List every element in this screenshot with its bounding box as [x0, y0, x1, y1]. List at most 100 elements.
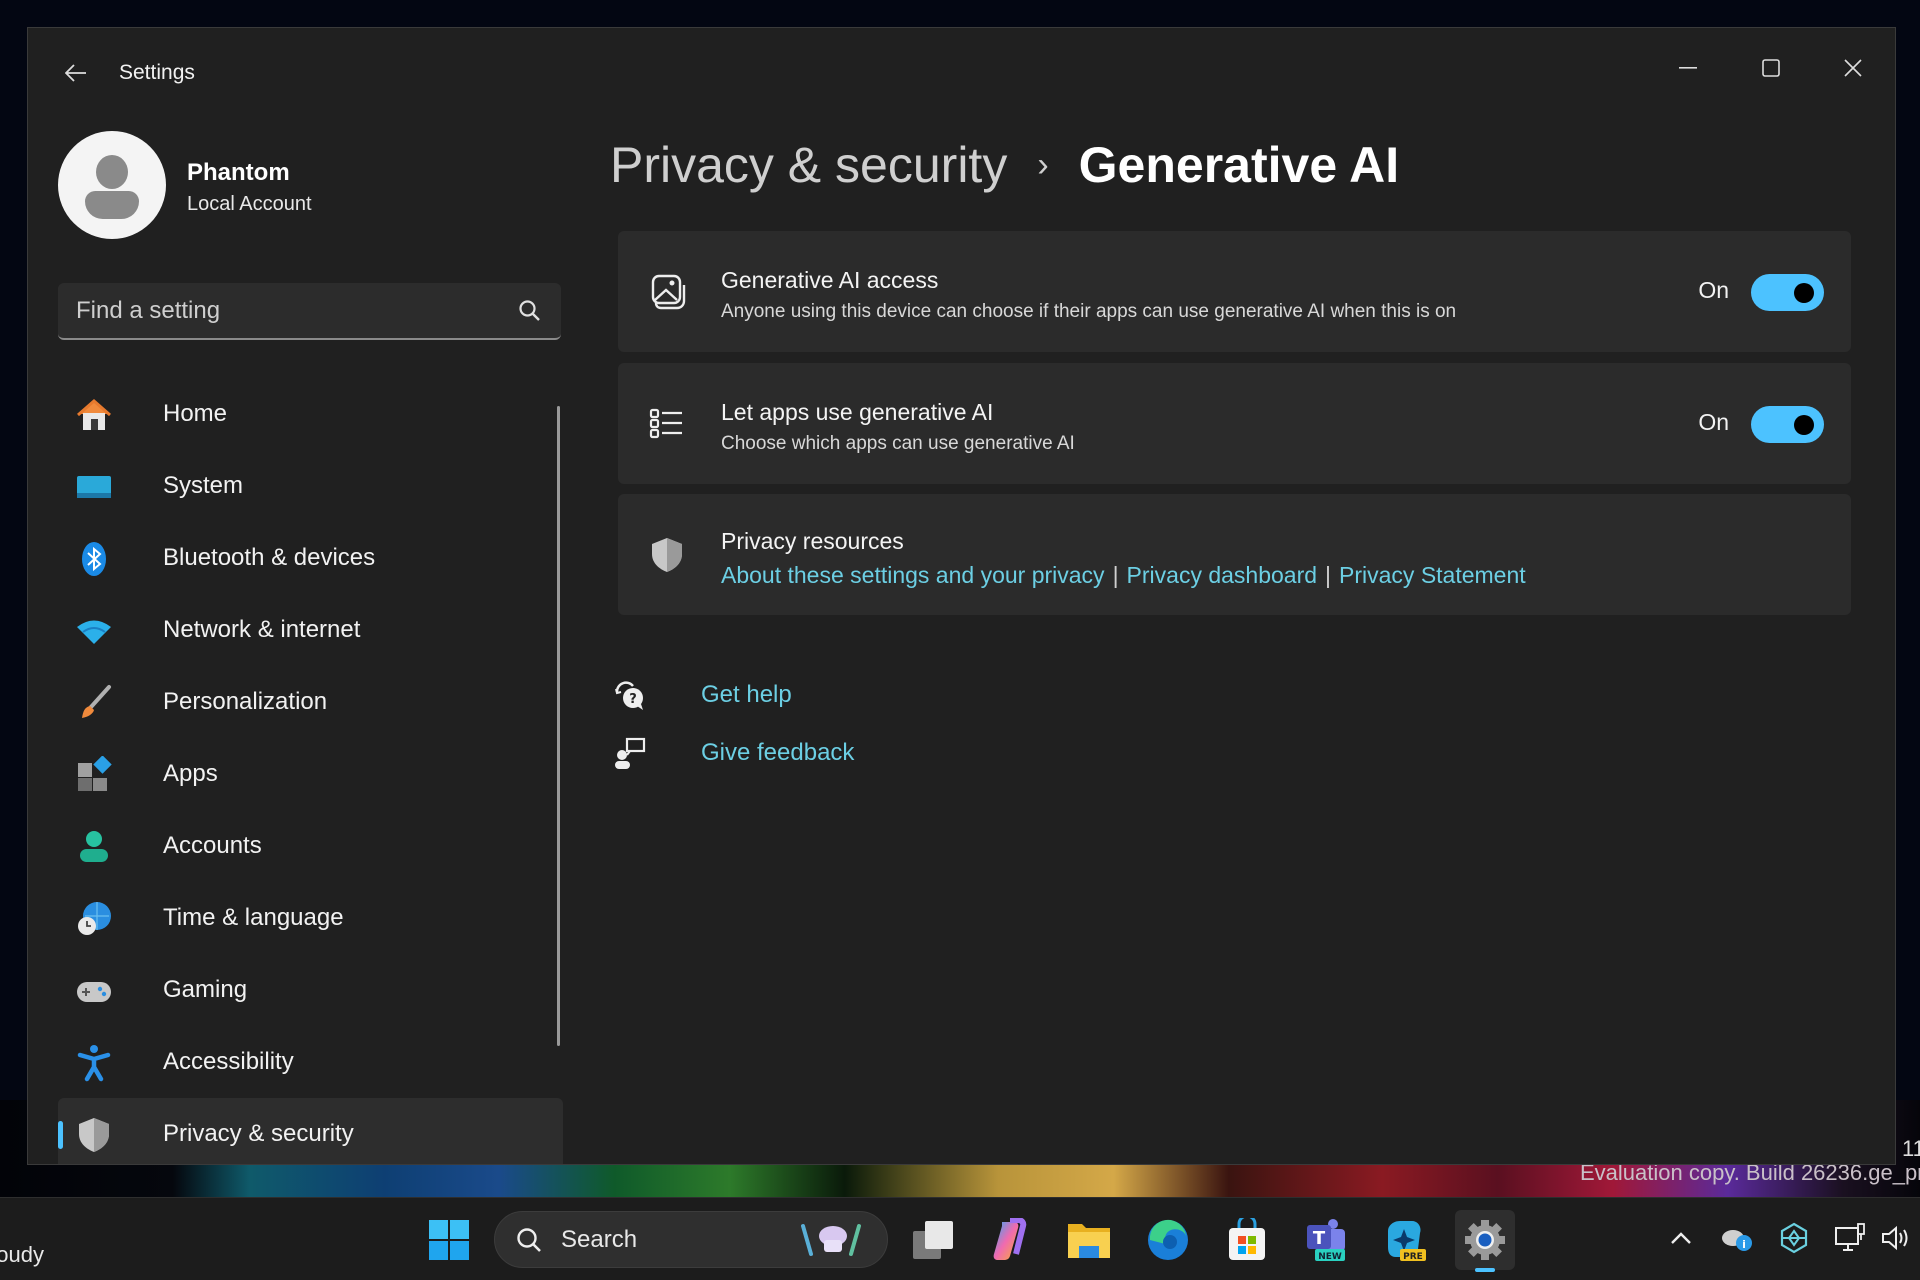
sidebar-item-accounts[interactable]: Accounts [58, 810, 563, 882]
get-help-link[interactable]: ? Get help [613, 678, 792, 712]
settings-taskbar-button[interactable] [1455, 1210, 1515, 1272]
sidebar-item-gaming[interactable]: Gaming [58, 954, 563, 1026]
sidebar-item-personalization[interactable]: Personalization [58, 666, 563, 738]
app-title: Settings [119, 61, 195, 84]
privacy-links: About these settings and your privacy | … [721, 562, 1526, 589]
sidebar-item-accessibility[interactable]: Accessibility [58, 1026, 563, 1098]
file-explorer-button[interactable] [1059, 1210, 1119, 1270]
privacy-resources-title: Privacy resources [721, 528, 904, 554]
sidebar-nav: Home System Bluetooth & devices Network … [58, 378, 563, 1164]
sidebar-item-home[interactable]: Home [58, 378, 563, 450]
bluetooth-icon [82, 542, 106, 576]
breadcrumb-parent[interactable]: Privacy & security [610, 136, 1007, 194]
sidebar-item-label: Bluetooth & devices [163, 544, 376, 571]
image-stack-icon [651, 274, 686, 310]
maximize-icon [1762, 59, 1780, 77]
network-tray-button[interactable] [1832, 1220, 1868, 1256]
sidebar-item-bluetooth[interactable]: Bluetooth & devices [58, 522, 563, 594]
volume-tray-button[interactable] [1878, 1220, 1914, 1256]
chevron-up-icon [1671, 1232, 1691, 1244]
edge-button[interactable] [1138, 1210, 1198, 1270]
onedrive-tray-button[interactable]: i [1719, 1220, 1755, 1256]
teams-button[interactable]: T NEW [1296, 1210, 1356, 1270]
generative-ai-access-toggle[interactable] [1751, 274, 1824, 311]
settings-window: Settings Phantom Local Account Home Syst… [27, 27, 1896, 1165]
sidebar-item-network[interactable]: Network & internet [58, 594, 563, 666]
page-title: Generative AI [1078, 137, 1400, 193]
link-separator: | [1112, 562, 1119, 588]
close-button[interactable] [1823, 48, 1883, 88]
accessibility-icon [77, 1045, 111, 1082]
ethernet-monitor-icon [1835, 1223, 1865, 1251]
toggle-knob [1794, 283, 1814, 303]
home-icon [77, 399, 111, 430]
avatar-head [96, 155, 128, 189]
back-arrow-icon [65, 64, 86, 82]
sidebar-item-label: System [163, 472, 244, 499]
get-help-label[interactable]: Get help [701, 681, 792, 709]
account-type: Local Account [187, 193, 312, 215]
minimize-button[interactable] [1658, 48, 1718, 88]
dev-home-badge: PRE [1403, 1252, 1423, 1262]
minimize-icon [1679, 67, 1697, 69]
sidebar-item-label: Gaming [163, 976, 248, 1003]
paintbrush-icon [82, 685, 111, 718]
copilot-tray-button[interactable] [1776, 1220, 1812, 1256]
list-icon [649, 408, 682, 439]
time-language-icon [78, 902, 111, 935]
title-bar: Settings [28, 28, 1895, 118]
task-view-icon [913, 1221, 953, 1259]
sidebar-item-system[interactable]: System [58, 450, 563, 522]
dev-home-button[interactable]: PRE [1375, 1210, 1435, 1270]
taskbar-search-label: Search [561, 1226, 638, 1253]
sidebar-item-label: Privacy & security [163, 1120, 354, 1147]
task-view-button[interactable] [903, 1210, 963, 1270]
give-feedback-link[interactable]: Give feedback [613, 736, 854, 770]
shield-icon [79, 1118, 109, 1152]
sidebar-item-label: Home [163, 400, 228, 427]
setting-card-let-apps-use-generative-ai[interactable]: Let apps use generative AI Choose which … [618, 363, 1851, 484]
user-name: Phantom [187, 159, 290, 186]
store-icon [1229, 1218, 1265, 1260]
about-privacy-link[interactable]: About these settings and your privacy [721, 562, 1105, 589]
weather-widget-text[interactable]: oudy [0, 1242, 44, 1268]
let-apps-use-generative-ai-toggle[interactable] [1751, 406, 1824, 443]
privacy-dashboard-link[interactable]: Privacy dashboard [1127, 562, 1318, 589]
privacy-statement-link[interactable]: Privacy Statement [1339, 562, 1526, 589]
avatar[interactable] [58, 131, 166, 239]
wifi-icon [77, 620, 111, 644]
settings-gear-icon [1465, 1220, 1505, 1260]
search-icon[interactable] [517, 298, 543, 324]
teams-icon: T NEW [1307, 1219, 1345, 1262]
setting-description: Anyone using this device can choose if t… [721, 301, 1457, 322]
teams-badge: NEW [1318, 1252, 1342, 1262]
setting-title: Let apps use generative AI [721, 399, 994, 425]
svg-text:?: ? [629, 692, 637, 707]
find-setting-input[interactable] [76, 283, 496, 338]
give-feedback-label[interactable]: Give feedback [701, 739, 854, 767]
start-button[interactable] [419, 1210, 479, 1270]
setting-description: Choose which apps can use generative AI [721, 433, 1075, 454]
gamepad-icon [77, 982, 111, 1002]
show-hidden-icons-button[interactable] [1663, 1220, 1699, 1256]
onedrive-info-icon: i [1722, 1230, 1752, 1251]
sidebar-item-apps[interactable]: Apps [58, 738, 563, 810]
avatar-body [85, 191, 139, 219]
find-setting-box[interactable] [58, 283, 561, 340]
hexagon-network-icon [1780, 1222, 1808, 1254]
toggle-state-label: On [1698, 409, 1729, 435]
taskbar-search[interactable]: Search [494, 1211, 888, 1268]
copilot-button[interactable] [980, 1210, 1040, 1270]
sidebar-item-privacy-security[interactable]: Privacy & security [58, 1098, 563, 1164]
svg-text:i: i [1742, 1238, 1746, 1251]
system-icon [77, 476, 111, 498]
desktop-clock-partial: 11 [1902, 1136, 1920, 1161]
sidebar-item-label: Apps [163, 760, 218, 787]
sidebar-scrollbar[interactable] [557, 406, 560, 1046]
microsoft-store-button[interactable] [1217, 1210, 1277, 1270]
maximize-button[interactable] [1741, 48, 1801, 88]
setting-card-generative-ai-access: Generative AI access Anyone using this d… [618, 231, 1851, 352]
sidebar-item-time-language[interactable]: Time & language [58, 882, 563, 954]
back-button[interactable] [58, 58, 94, 88]
sidebar-item-label: Time & language [163, 904, 344, 931]
